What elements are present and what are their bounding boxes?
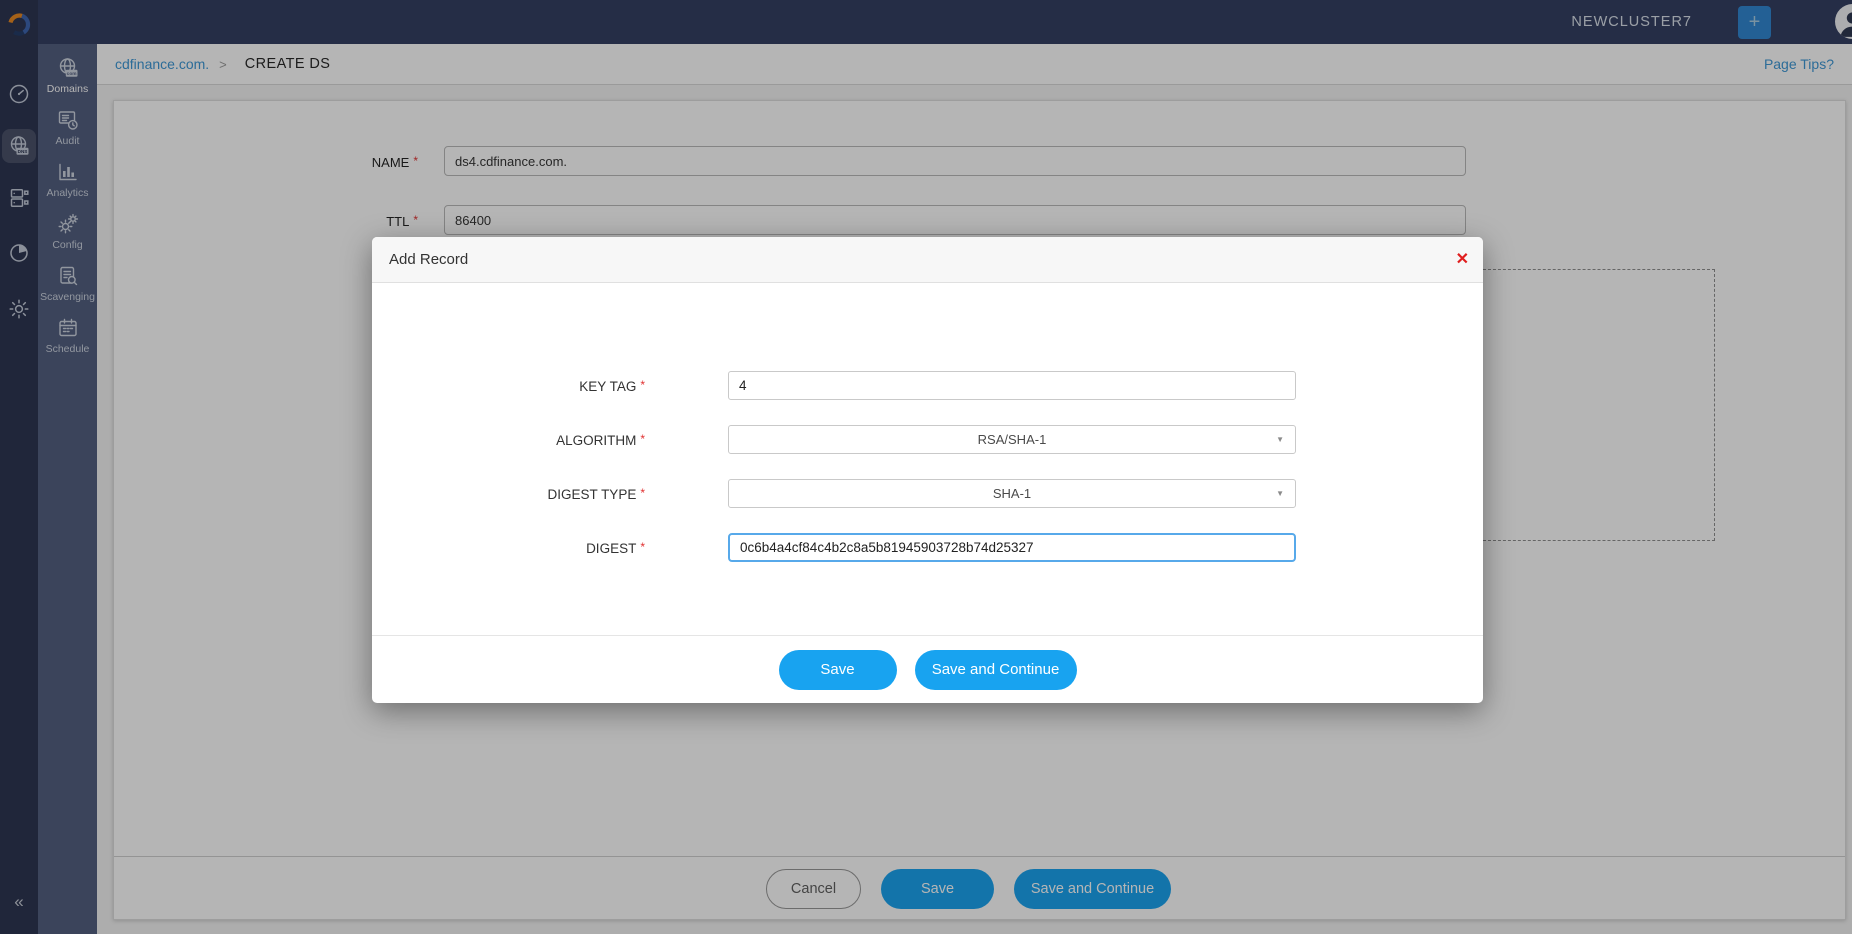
modal-header: Add Record ✕: [372, 237, 1483, 283]
algorithm-select[interactable]: RSA/SHA-1 ▼: [728, 425, 1296, 454]
digest-type-label: DIGEST TYPE *: [547, 486, 645, 502]
modal-title: Add Record: [389, 251, 469, 268]
close-icon[interactable]: ✕: [1456, 237, 1469, 283]
modal-save-and-continue-button[interactable]: Save and Continue: [914, 649, 1077, 690]
modal-footer: Save Save and Continue: [372, 635, 1483, 703]
algorithm-label: ALGORITHM *: [556, 432, 645, 448]
required-asterisk: *: [640, 378, 645, 392]
keytag-input[interactable]: [728, 371, 1296, 400]
add-record-modal: Add Record ✕ KEY TAG* ALGORITHM* RSA/SHA…: [372, 237, 1483, 703]
digest-input[interactable]: [728, 533, 1296, 562]
digest-type-row: DIGEST TYPE * SHA-1 ▼: [372, 479, 1483, 508]
digest-label: DIGEST *: [586, 540, 645, 556]
required-asterisk: *: [640, 486, 645, 500]
required-asterisk: *: [640, 432, 645, 446]
algorithm-selected-value: RSA/SHA-1: [977, 432, 1047, 447]
chevron-down-icon: ▼: [1276, 488, 1284, 498]
keytag-row: KEY TAG *: [372, 371, 1483, 400]
app-root: NEWCLUSTER7 + DNS « com Domains Audit An…: [0, 0, 1852, 934]
required-asterisk: *: [640, 540, 645, 554]
modal-save-button[interactable]: Save: [778, 649, 897, 690]
algorithm-row: ALGORITHM * RSA/SHA-1 ▼: [372, 425, 1483, 454]
digest-type-selected-value: SHA-1: [992, 486, 1032, 501]
digest-type-select[interactable]: SHA-1 ▼: [728, 479, 1296, 508]
digest-row: DIGEST *: [372, 533, 1483, 562]
chevron-down-icon: ▼: [1276, 434, 1284, 444]
keytag-label: KEY TAG *: [579, 378, 645, 394]
